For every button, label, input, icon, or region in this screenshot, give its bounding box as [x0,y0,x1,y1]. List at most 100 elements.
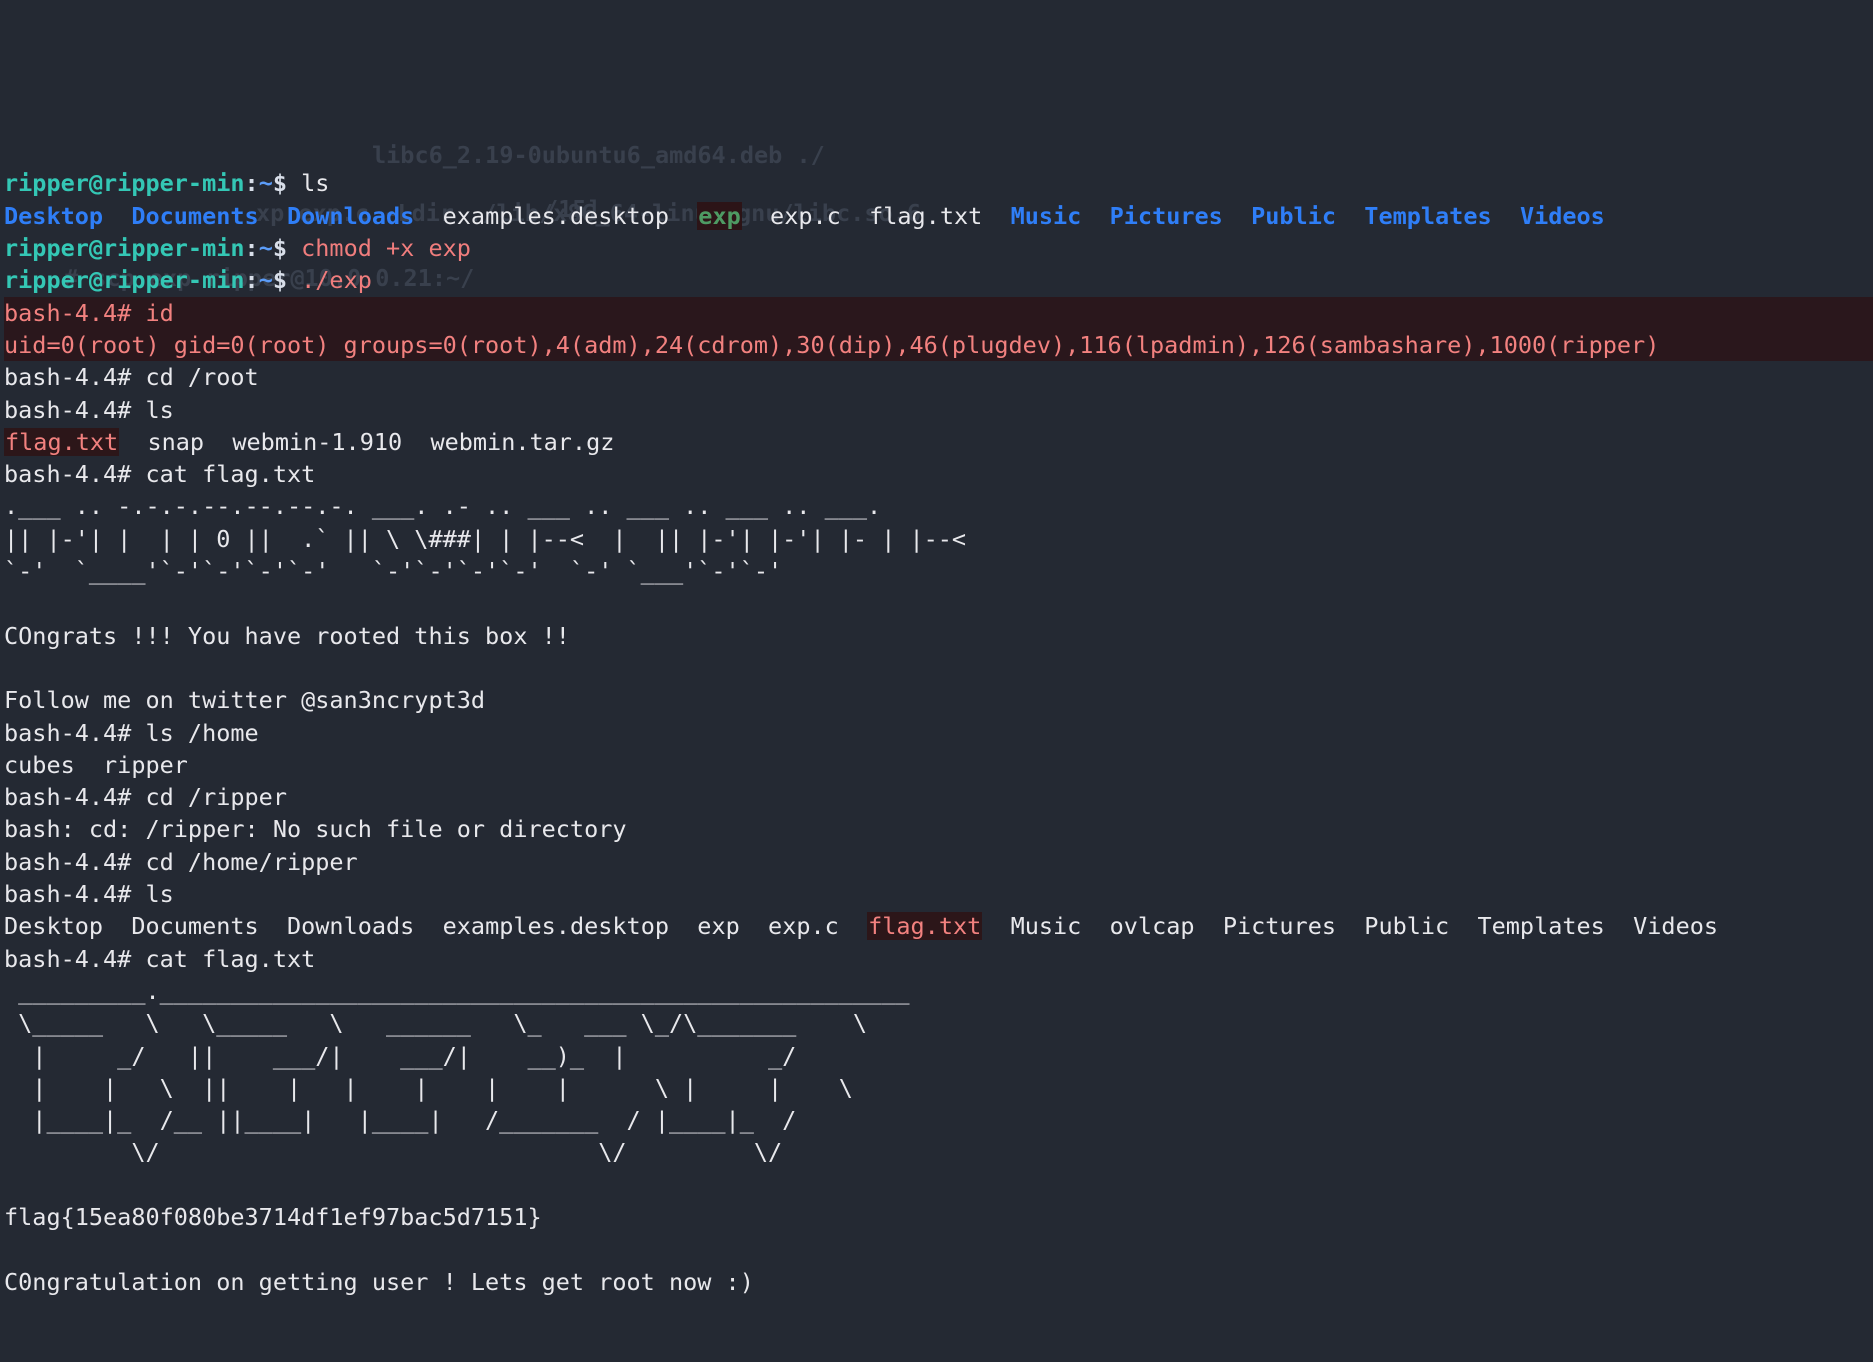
prompt-line-user: ripper@ripper-min:~$ ./exp [4,264,1873,296]
prompt-line-root: bash-4.4# cd /home/ripper [4,846,1873,878]
file-entry-music[interactable]: Music [1011,202,1082,230]
ghost-line-0: libc6_2.19-0ubuntu6_amd64.deb ./ [372,141,825,169]
output-line: COngrats !!! You have rooted this box !! [4,621,570,650]
shell-command[interactable]: cd /home/ripper [145,848,357,876]
root-id-output: uid=0(root) gid=0(root) groups=0(root),4… [4,328,1873,362]
file-entry-templates[interactable]: Templates [1477,912,1604,940]
prompt-username: ripper@ripper-min [4,234,245,263]
prompt-sigil: $ [272,266,302,295]
file-entry-examples-desktop[interactable]: examples.desktop [443,202,669,230]
prompt-line-root: bash-4.4# cat flag.txt [4,943,1873,975]
shell-command[interactable]: cat flag.txt [145,460,315,488]
prompt-colon: : [244,266,259,295]
ls-output-row: Desktop Documents Downloads examples.des… [4,200,1873,232]
file-entry-examples-desktop[interactable]: examples.desktop [443,912,669,940]
root-prompt: bash-4.4# [4,298,146,327]
prompt-path: ~ [258,234,273,263]
prompt-line-root: bash-4.4# cd /root [4,361,1873,393]
file-entry-desktop[interactable]: Desktop [4,912,103,940]
file-entry-videos[interactable]: Videos [1633,912,1718,940]
file-entry-pictures[interactable]: Pictures [1223,912,1336,940]
prompt-colon: : [244,234,259,263]
shell-command[interactable]: cat flag.txt [145,945,315,973]
file-entry-flag-txt[interactable]: flag.txt [867,912,983,941]
ascii-art-line-0: .___ .. -.-.-.--.--.--.-. ___. .- .. ___… [4,492,882,521]
shell-command[interactable]: ls /home [145,719,258,747]
prompt-line-root: bash-4.4# ls /home [4,717,1873,749]
file-entry-exp-c[interactable]: exp.c [768,912,839,940]
root-prompt: bash-4.4# [4,363,146,392]
prompt-line-user: ripper@ripper-min:~$ chmod +x exp [4,232,1873,264]
root-prompt: bash-4.4# [4,880,146,909]
prompt-username: ripper@ripper-min [4,266,245,295]
prompt-sigil: $ [272,234,302,263]
prompt-colon: : [244,169,259,198]
root-prompt: bash-4.4# [4,395,146,424]
prompt-line-root: bash-4.4# ls [4,394,1873,426]
ascii-art-line-2: | _/ || ___/| ___/| __)_ | _/ [4,1041,797,1070]
prompt-line-root: bash-4.4# ls [4,878,1873,910]
shell-command[interactable]: ls [145,880,173,908]
output-line: bash: cd: /ripper: No such file or direc… [4,815,627,844]
output-line: flag{15ea80f080be3714df1ef97bac5d7151} [4,1202,542,1231]
root-prompt: bash-4.4# [4,460,146,489]
shell-command[interactable]: cd /ripper [145,783,286,811]
shell-command[interactable]: cd /root [145,363,258,391]
output-line: cubes ripper [4,750,188,779]
shell-command[interactable]: ./exp [301,266,372,294]
file-entry-exp-c[interactable]: exp.c [770,202,841,230]
file-entry-exp[interactable]: exp [697,201,742,230]
file-entry-desktop[interactable]: Desktop [4,202,103,230]
file-entry-documents[interactable]: Documents [131,912,258,940]
ls-output-row: Desktop Documents Downloads examples.des… [4,910,1873,942]
shell-command[interactable]: chmod +x exp [301,234,471,262]
file-entry-snap[interactable]: snap [147,428,204,456]
shell-command[interactable]: id [145,299,173,327]
shell-command[interactable]: ls [301,169,329,197]
file-entry-videos[interactable]: Videos [1520,202,1605,230]
prompt-sigil: $ [272,169,302,198]
prompt-path: ~ [258,169,273,198]
terminal-window[interactable]: libc6_2.19-0ubuntu6_amd64.deb .//15] xp e… [0,0,1873,1296]
prompt-line-root: bash-4.4# cd /ripper [4,781,1873,813]
file-entry-flag-txt[interactable]: flag.txt [869,202,982,230]
root-prompt: bash-4.4# [4,847,146,876]
ascii-art-line-5: \/ \/ \/ [4,1138,783,1167]
file-entry-exp[interactable]: exp [697,912,739,940]
file-entry-public[interactable]: Public [1251,202,1336,230]
file-entry-webmin-tar-gz[interactable]: webmin.tar.gz [430,428,614,456]
prompt-line-root: bash-4.4# cat flag.txt [4,458,1873,490]
output-line: C0ngratulation on getting user ! Lets ge… [4,1267,754,1296]
root-prompt: bash-4.4# [4,944,146,973]
file-entry-webmin-1-910[interactable]: webmin-1.910 [232,428,402,456]
root-prompt: bash-4.4# [4,718,146,747]
file-entry-downloads[interactable]: Downloads [287,202,414,230]
file-entry-documents[interactable]: Documents [131,202,258,230]
ascii-art-line-0: _________.______________________________… [4,976,910,1005]
file-entry-templates[interactable]: Templates [1364,202,1491,230]
file-entry-ovlcap[interactable]: ovlcap [1110,912,1195,940]
shell-command[interactable]: ls [145,396,173,424]
prompt-line-user: ripper@ripper-min:~$ ls [4,167,1873,199]
ls-output-row: flag.txt snap webmin-1.910 webmin.tar.gz [4,426,1873,458]
file-entry-music[interactable]: Music [1011,912,1082,940]
file-entry-downloads[interactable]: Downloads [287,912,414,940]
ascii-art-line-4: |____|_ /__ ||____| |____| /_______ / |_… [4,1106,797,1135]
output-line: Follow me on twitter @san3ncrypt3d [4,686,486,715]
file-entry-public[interactable]: Public [1364,912,1449,940]
terminal-screen: ripper@ripper-min:~$ ls Desktop Documents… [4,167,1873,1297]
file-entry-pictures[interactable]: Pictures [1110,202,1223,230]
ascii-art-line-1: \_____ \ \_____ \ ______ \_ ___ \_/\____… [4,1009,868,1038]
ascii-art-line-2: `-' `____'`-'`-'`-'`-' `-'`-'`-'`-' `-' … [4,557,783,586]
ascii-art-line-1: || |-'| | | | 0 || .` || \ \###| | |--< … [4,524,967,553]
prompt-path: ~ [258,266,273,295]
root-prompt: bash-4.4# [4,783,146,812]
ascii-art-line-3: | | \ || | | | | | \ | | \ [4,1073,853,1102]
file-entry-flag-txt[interactable]: flag.txt [4,427,120,456]
prompt-line-root: bash-4.4# id [4,296,1873,329]
prompt-username: ripper@ripper-min [4,169,245,198]
